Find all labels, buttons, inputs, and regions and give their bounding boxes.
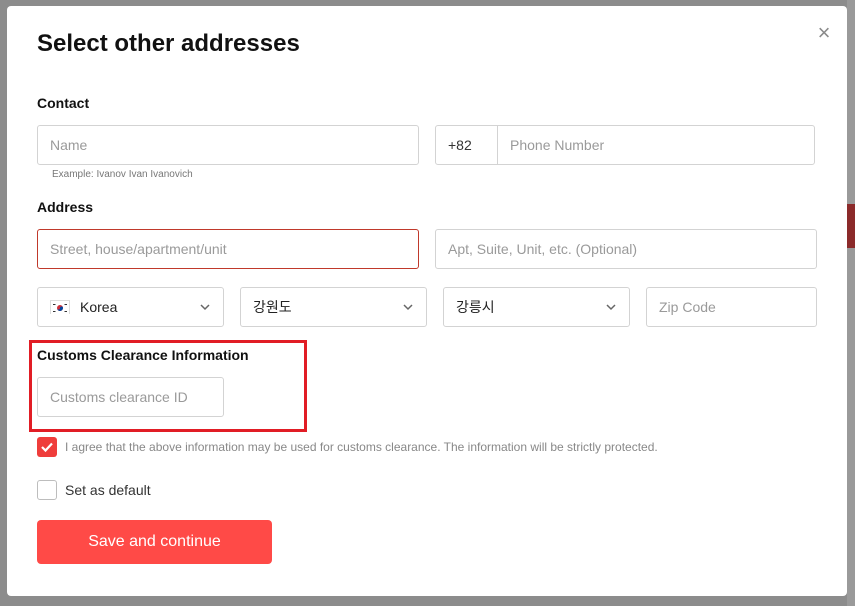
name-field[interactable]	[37, 125, 419, 165]
city-select[interactable]: 강릉시	[443, 287, 630, 327]
chevron-down-icon	[200, 304, 210, 311]
street-input[interactable]	[38, 230, 418, 268]
contact-section-label: Contact	[37, 95, 90, 111]
name-input[interactable]	[38, 126, 418, 164]
name-hint: Example: Ivanov Ivan Ivanovich	[52, 169, 193, 180]
phone-country-code[interactable]: +82	[436, 126, 498, 164]
chevron-down-icon	[403, 304, 413, 311]
default-checkbox[interactable]	[37, 480, 57, 500]
apt-input[interactable]	[436, 230, 816, 268]
agree-text: I agree that the above information may b…	[65, 440, 658, 454]
agree-checkbox[interactable]	[37, 437, 57, 457]
city-value: 강릉시	[456, 299, 495, 315]
country-select[interactable]: Korea	[37, 287, 224, 327]
background-accent	[847, 204, 855, 248]
customs-id-field[interactable]	[37, 377, 224, 417]
address-dialog: × Select other addresses Contact Example…	[7, 6, 847, 596]
phone-field[interactable]: +82	[435, 125, 815, 165]
checkmark-icon	[41, 442, 53, 453]
apt-field[interactable]	[435, 229, 817, 269]
phone-input[interactable]	[498, 126, 814, 164]
background-strip	[847, 0, 855, 606]
default-label: Set as default	[65, 482, 151, 498]
dialog-title: Select other addresses	[37, 30, 300, 57]
zip-input[interactable]	[647, 288, 816, 326]
chevron-down-icon	[606, 304, 616, 311]
street-field[interactable]	[37, 229, 419, 269]
address-section-label: Address	[37, 199, 94, 215]
province-select[interactable]: 강원도	[240, 287, 427, 327]
save-and-continue-button[interactable]: Save and continue	[37, 520, 272, 564]
korea-flag-icon	[50, 300, 70, 314]
country-value: Korea	[80, 299, 118, 315]
close-icon[interactable]: ×	[814, 22, 834, 44]
customs-id-input[interactable]	[38, 378, 223, 416]
customs-section-label: Customs Clearance Information	[37, 347, 249, 363]
zip-field[interactable]	[646, 287, 817, 327]
province-value: 강원도	[253, 299, 292, 315]
